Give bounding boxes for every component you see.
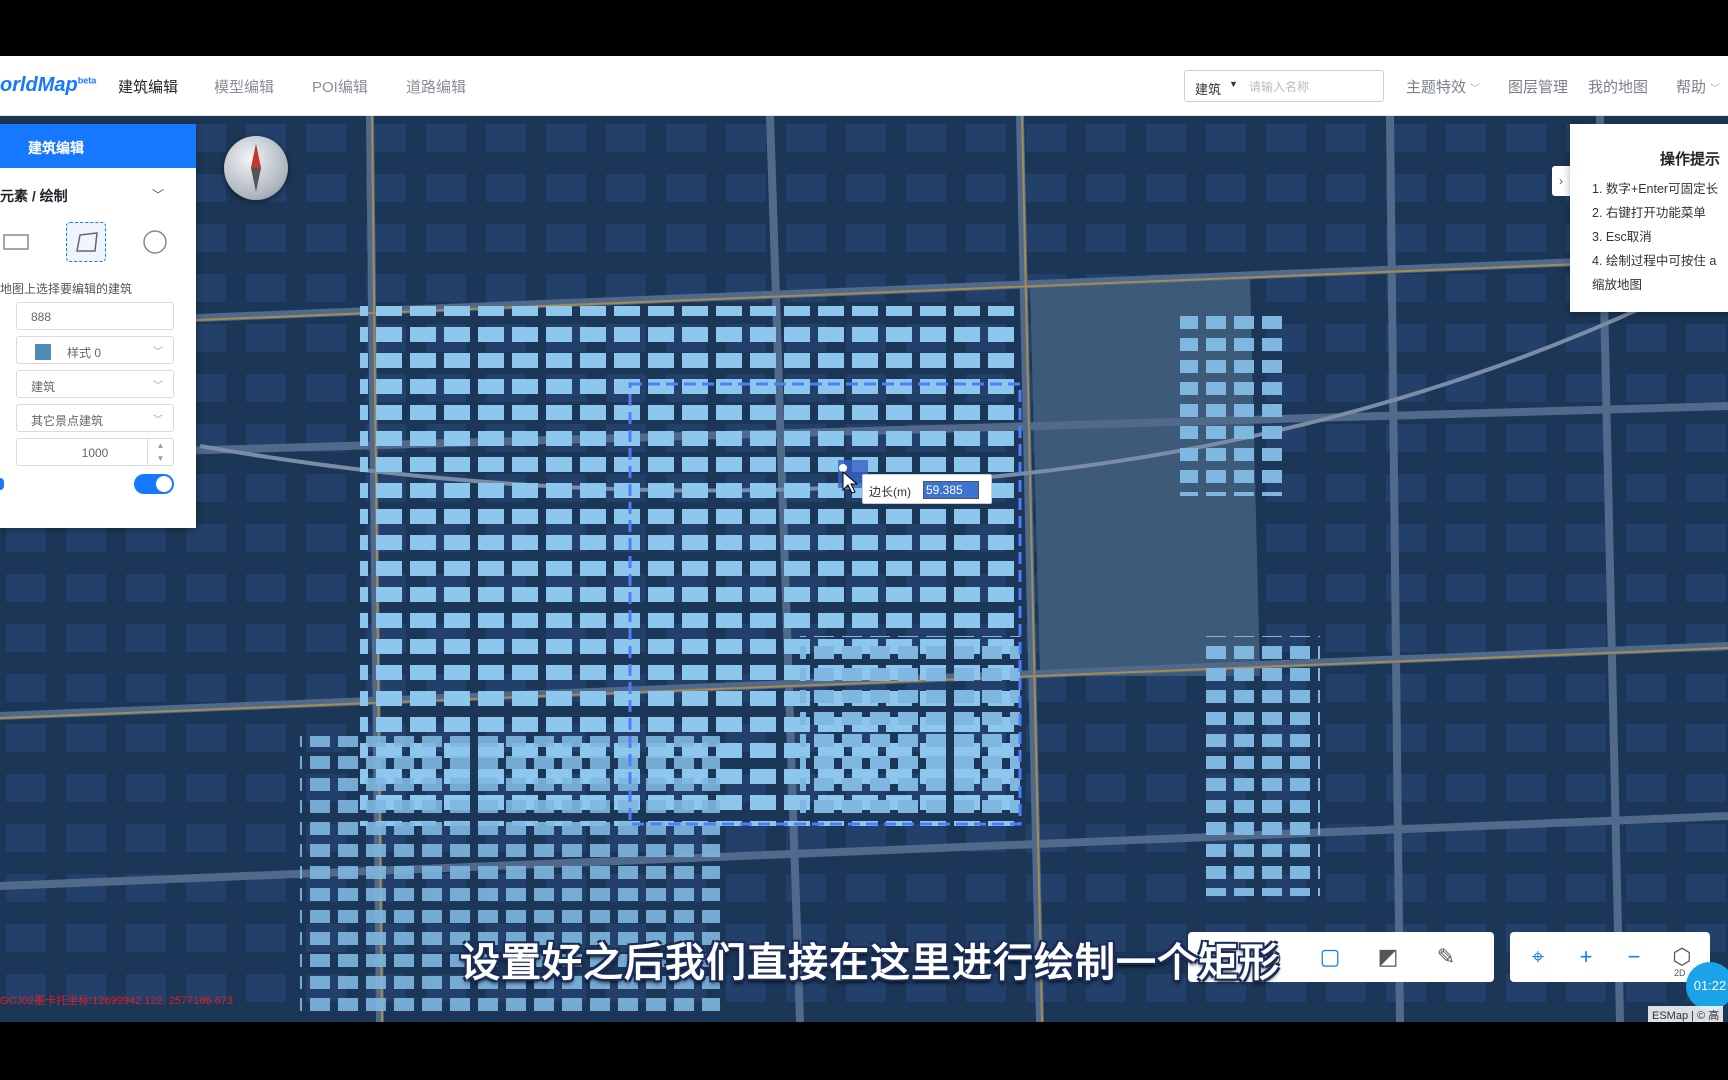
tab-poi-edit[interactable]: POI编辑	[312, 76, 368, 97]
height-stepper[interactable]: 1000 ▲ ▼	[16, 438, 174, 466]
view-mode-label: 2D	[1674, 968, 1686, 978]
map-controls: ⌖ + − ⬡ 2D	[1510, 932, 1710, 982]
search-box: 建筑 ▼	[1184, 70, 1384, 102]
tab-building-edit[interactable]: 建筑编辑	[118, 76, 178, 97]
app-logo[interactable]: orldMapbeta	[0, 74, 96, 97]
compass-icon[interactable]	[224, 136, 288, 200]
drawing-vertex	[839, 464, 847, 472]
edit-icon[interactable]: ✎	[1422, 932, 1470, 982]
polygon-icon[interactable]	[66, 222, 106, 262]
tip-line: 3. Esc取消	[1592, 230, 1652, 244]
tip-line: 1. 数字+Enter可固定长	[1592, 182, 1719, 196]
chevron-down-icon: ﹀	[153, 415, 163, 426]
chevron-down-icon: ﹀	[153, 347, 163, 358]
stepper-arrows-icon[interactable]: ▲ ▼	[147, 439, 173, 465]
caret-down-icon[interactable]: ▼	[1229, 79, 1238, 89]
panel-title: 建筑编辑	[0, 124, 196, 168]
zoom-in-icon[interactable]: +	[1562, 932, 1610, 982]
panel-hint: 地图上选择要编辑的建筑	[0, 282, 133, 296]
building-edit-panel: 建筑编辑 元素 / 绘制 ﹀ 地图上选择要编辑的建筑 888 样式 0 ﹀ 建筑…	[0, 124, 196, 528]
building-name-field[interactable]: 888	[16, 302, 174, 330]
menu-help[interactable]: 帮助 ﹀	[1676, 76, 1720, 97]
circle-icon[interactable]	[134, 222, 174, 262]
map-layer	[0, 116, 1728, 1022]
style-select[interactable]: 样式 0 ﹀	[16, 336, 174, 364]
building-district-south	[800, 636, 1020, 816]
operation-tips-panel: 操作提示 1. 数字+Enter可固定长 2. 右键打开功能菜单 3. Esc取…	[1570, 124, 1728, 312]
edge-length-label: 边长(m)	[869, 485, 911, 499]
timer-badge: 01:22	[1686, 962, 1728, 1010]
search-input[interactable]	[1249, 77, 1379, 97]
map-canvas[interactable]	[0, 116, 1728, 1022]
chevron-down-icon: ﹀	[1710, 84, 1721, 95]
top-navbar: orldMapbeta 建筑编辑 模型编辑 POI编辑 道路编辑 建筑 ▼ 主题…	[0, 56, 1728, 116]
menu-my-maps[interactable]: 我的地图	[1588, 76, 1648, 97]
section-element-draw[interactable]: 元素 / 绘制	[0, 186, 68, 206]
video-subtitle: 设置好之后我们直接在这里进行绘制一个矩形	[460, 941, 1280, 985]
tab-road-edit[interactable]: 道路编辑	[406, 76, 466, 97]
search-type-select[interactable]: 建筑	[1195, 79, 1221, 98]
locate-icon[interactable]: ⌖	[1514, 932, 1562, 982]
chevron-down-icon[interactable]: ﹀	[152, 186, 164, 203]
coordinate-readout: GCJ02墨卡托坐标:12699942.122, 2577186.673	[0, 995, 233, 1007]
map-attribution: ESMap | © 高	[1648, 1006, 1724, 1022]
tip-line: 缩放地图	[1592, 278, 1643, 292]
chevron-down-icon: ﹀	[1470, 84, 1481, 95]
edge-length-input[interactable]	[923, 481, 979, 499]
menu-theme-effects[interactable]: 主题特效 ﹀	[1406, 76, 1480, 97]
menu-layer-management[interactable]: 图层管理	[1508, 76, 1568, 97]
style-color-swatch	[35, 344, 51, 361]
rectangle-icon[interactable]	[0, 222, 40, 262]
category-select[interactable]: 建筑 ﹀	[16, 370, 174, 398]
tip-line: 4. 绘制过程中可按住 a	[1592, 254, 1717, 268]
building-cluster-east	[1180, 316, 1290, 496]
toggle-handle[interactable]	[0, 478, 4, 490]
collapse-tips-button[interactable]: ›	[1552, 166, 1570, 196]
zoom-out-icon[interactable]: −	[1610, 932, 1658, 982]
chevron-down-icon: ﹀	[153, 381, 163, 392]
video-letterbox-top	[0, 0, 1728, 56]
tip-line: 2. 右键打开功能菜单	[1592, 206, 1706, 220]
tab-model-edit[interactable]: 模型编辑	[214, 76, 274, 97]
map-edit-icon[interactable]: ◩	[1364, 932, 1412, 982]
visibility-toggle[interactable]	[134, 474, 174, 494]
edge-length-tooltip: 边长(m)	[862, 474, 992, 504]
building-cluster-southeast	[1200, 636, 1320, 896]
subcategory-select[interactable]: 其它景点建筑 ﹀	[16, 404, 174, 432]
square-icon[interactable]: ▢	[1306, 932, 1354, 982]
video-letterbox-bottom	[0, 1022, 1728, 1080]
tips-title: 操作提示	[1660, 151, 1721, 168]
